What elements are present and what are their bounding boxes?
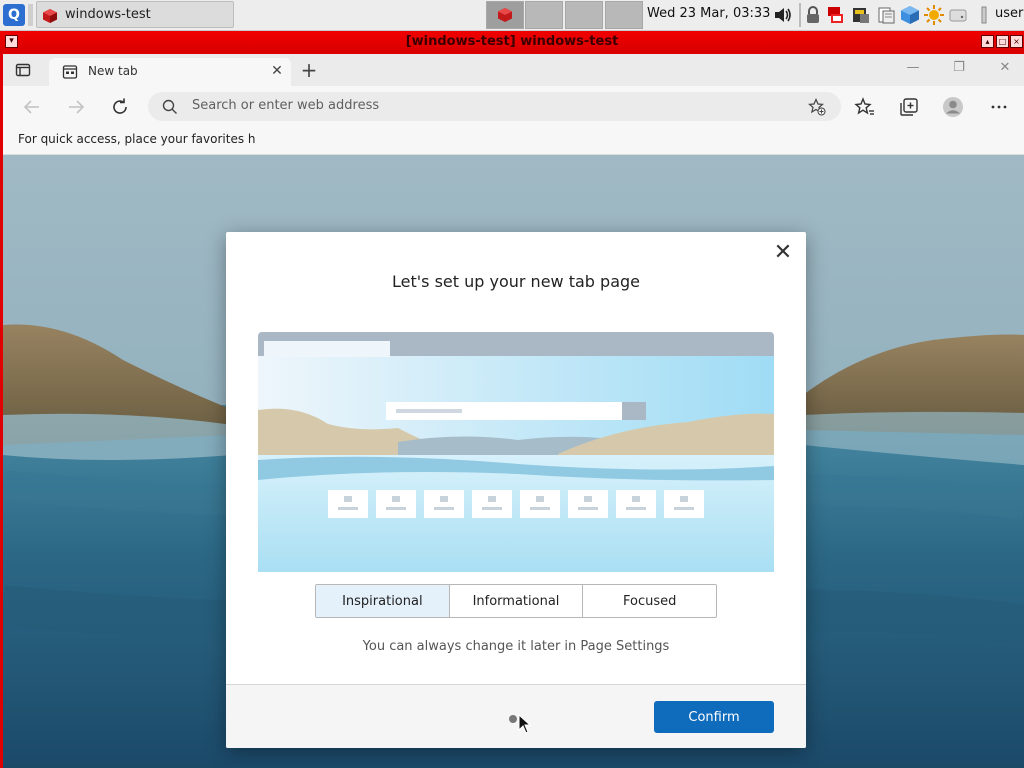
notes-icon[interactable]	[876, 5, 896, 25]
mouse-cursor-icon	[518, 714, 532, 734]
taskbar: Q windows-test Wed 23 Mar, 03:33 user	[0, 0, 1024, 31]
dialog-note: You can always change it later in Page S…	[362, 639, 670, 654]
workspace-3[interactable]	[565, 1, 603, 29]
red-cube-icon	[498, 8, 512, 22]
new-tab-button[interactable]: +	[299, 60, 319, 80]
minimize-icon[interactable]: —	[903, 60, 923, 78]
window-titlebar[interactable]: ▾ [windows-test] windows-test ▴ □ ×	[0, 31, 1024, 53]
workspace-4[interactable]	[605, 1, 643, 29]
add-favorite-icon[interactable]	[808, 98, 826, 116]
option-focused[interactable]: Focused	[583, 585, 716, 617]
favorites-bar-hint: For quick access, place your favorites h	[18, 132, 256, 146]
address-input[interactable]: Search or enter web address	[192, 98, 379, 113]
refresh-icon[interactable]	[109, 96, 131, 118]
workspace-1[interactable]	[486, 1, 524, 29]
clipboard-icon[interactable]	[851, 5, 871, 25]
more-options-icon[interactable]	[988, 96, 1010, 118]
browser-toolbar: Search or enter web address	[3, 86, 1024, 126]
back-icon[interactable]	[21, 96, 43, 118]
address-bar[interactable]: Search or enter web address	[148, 92, 841, 121]
layout-preview-image	[258, 332, 774, 572]
close-window-icon[interactable]: ✕	[995, 60, 1015, 78]
tab-label: New tab	[88, 64, 138, 78]
close-icon[interactable]: ✕	[771, 242, 795, 266]
tray-separator	[799, 3, 801, 27]
window-maximize-button[interactable]: □	[996, 35, 1009, 48]
new-tab-page-icon	[62, 65, 78, 79]
setup-dialog: ✕ Let's set up your new tab page Inspira…	[226, 232, 806, 748]
forward-icon[interactable]	[65, 96, 87, 118]
disk-icon[interactable]	[948, 5, 968, 25]
network-icon[interactable]	[825, 5, 845, 25]
red-cube-icon	[43, 9, 57, 23]
tab-new-tab[interactable]: New tab ✕	[49, 58, 291, 86]
loading-spinner-icon	[509, 715, 517, 723]
user-label[interactable]: user	[995, 6, 1023, 21]
sun-icon[interactable]	[924, 5, 944, 25]
confirm-button[interactable]: Confirm	[654, 701, 774, 733]
dialog-footer: Confirm	[226, 684, 806, 748]
clock[interactable]: Wed 23 Mar, 03:33	[647, 6, 770, 21]
lock-icon[interactable]	[803, 5, 823, 25]
taskbar-window-label: windows-test	[65, 7, 151, 22]
collections-icon[interactable]	[898, 96, 920, 118]
option-inspirational[interactable]: Inspirational	[316, 585, 450, 617]
search-icon	[162, 99, 177, 114]
window-close-button[interactable]: ×	[1010, 35, 1023, 48]
taskbar-window-button[interactable]: windows-test	[36, 1, 234, 28]
taskbar-separator	[28, 4, 33, 26]
new-tab-page: ✕ Let's set up your new tab page Inspira…	[3, 155, 1024, 768]
qubes-menu-icon[interactable]: Q	[3, 4, 25, 26]
dialog-title: Let's set up your new tab page	[392, 272, 640, 291]
tab-actions-icon[interactable]	[15, 62, 31, 78]
window-shade-button[interactable]: ▴	[981, 35, 994, 48]
cube-icon[interactable]	[900, 5, 920, 25]
restore-icon[interactable]: ❐	[949, 60, 969, 78]
workspace-2[interactable]	[525, 1, 563, 29]
volume-icon[interactable]	[773, 5, 793, 25]
power-icon[interactable]	[974, 5, 994, 25]
profile-avatar-icon[interactable]	[942, 96, 964, 118]
close-tab-icon[interactable]: ✕	[268, 62, 286, 80]
browser-window: New tab ✕ + — ❐ ✕ Search or enter web ad…	[3, 54, 1024, 768]
tab-bar: New tab ✕ + — ❐ ✕	[3, 54, 1024, 86]
favorites-bar: For quick access, place your favorites h	[3, 126, 1024, 155]
window-title: [windows-test] windows-test	[405, 34, 619, 49]
favorites-icon[interactable]	[854, 96, 876, 118]
option-informational[interactable]: Informational	[450, 585, 584, 617]
layout-selector: Inspirational Informational Focused	[315, 584, 717, 618]
